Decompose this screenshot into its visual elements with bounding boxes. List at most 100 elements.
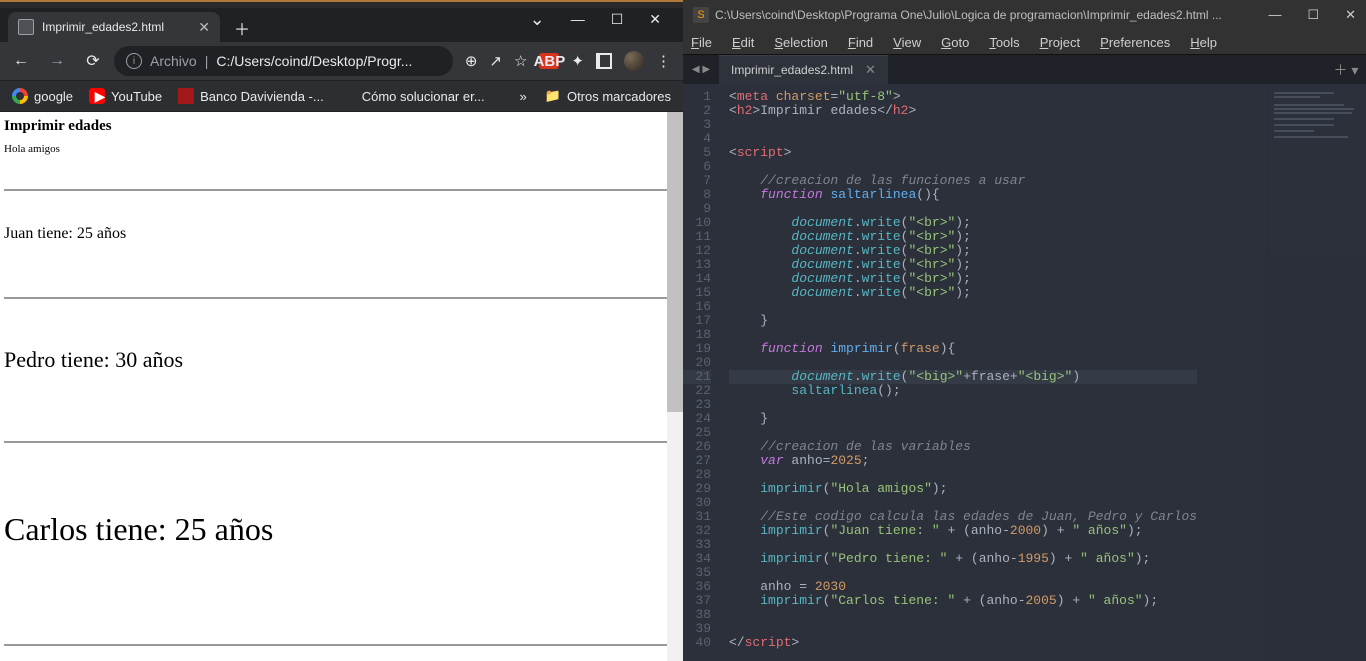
code-line[interactable]: function saltarlinea(){ bbox=[729, 188, 1197, 202]
code-line[interactable]: //Este codigo calcula las edades de Juan… bbox=[729, 510, 1197, 524]
gutter-line[interactable]: 19 bbox=[683, 342, 711, 356]
sidepanel-icon[interactable] bbox=[596, 53, 612, 69]
page-viewport[interactable]: Imprimir edades Hola amigos Juan tiene: … bbox=[0, 112, 683, 661]
tab-close-icon[interactable]: ✕ bbox=[865, 62, 876, 78]
code-line[interactable]: //creacion de las funciones a usar bbox=[729, 174, 1197, 188]
newtab-button[interactable]: ＋ bbox=[228, 14, 256, 42]
maximize-icon[interactable]: ☐ bbox=[611, 11, 624, 28]
menu-item-help[interactable]: Help bbox=[1190, 35, 1217, 50]
gutter-line[interactable]: 23 bbox=[683, 398, 711, 412]
code-editor[interactable]: 1234567891011121314151617181920212223242… bbox=[683, 84, 1366, 661]
info-icon[interactable]: i bbox=[126, 53, 142, 69]
menu-item-find[interactable]: Find bbox=[848, 35, 873, 50]
gutter-line[interactable]: 28 bbox=[683, 468, 711, 482]
code-line[interactable]: document.write("<br>"); bbox=[729, 244, 1197, 258]
code-line[interactable]: //creacion de las variables bbox=[729, 440, 1197, 454]
gutter-line[interactable]: 21 bbox=[683, 370, 711, 384]
gutter-line[interactable]: 11 bbox=[683, 230, 711, 244]
kebab-menu-icon[interactable]: ⋮ bbox=[656, 54, 671, 69]
extensions-icon[interactable]: ✦ bbox=[571, 52, 584, 70]
code-line[interactable]: } bbox=[729, 314, 1197, 328]
code-line[interactable] bbox=[729, 300, 1197, 314]
other-bookmarks-folder[interactable]: 📁 Otros marcadores bbox=[541, 88, 675, 104]
gutter-line[interactable]: 9 bbox=[683, 202, 711, 216]
profile-avatar-icon[interactable] bbox=[624, 51, 644, 71]
gutter-line[interactable]: 17 bbox=[683, 314, 711, 328]
gutter-line[interactable]: 24 bbox=[683, 412, 711, 426]
close-icon[interactable]: ✕ bbox=[649, 11, 661, 28]
gutter-line[interactable]: 34 bbox=[683, 552, 711, 566]
file-tab[interactable]: Imprimir_edades2.html ✕ bbox=[719, 55, 888, 84]
tab-close-icon[interactable]: ✕ bbox=[198, 19, 210, 36]
gutter-line[interactable]: 18 bbox=[683, 328, 711, 342]
code-line[interactable] bbox=[729, 608, 1197, 622]
gutter-line[interactable]: 8 bbox=[683, 188, 711, 202]
scrollbar-track[interactable] bbox=[667, 112, 683, 661]
code-line[interactable]: <h2>Imprimir edades</h2> bbox=[729, 104, 1197, 118]
gutter-line[interactable]: 3 bbox=[683, 118, 711, 132]
gutter-line[interactable]: 1 bbox=[683, 90, 711, 104]
gutter-line[interactable]: 6 bbox=[683, 160, 711, 174]
code-line[interactable] bbox=[729, 328, 1197, 342]
gutter-line[interactable]: 29 bbox=[683, 482, 711, 496]
nav-back-button[interactable]: ← bbox=[6, 46, 36, 76]
gutter-line[interactable]: 25 bbox=[683, 426, 711, 440]
gutter-line[interactable]: 4 bbox=[683, 132, 711, 146]
gutter-line[interactable]: 16 bbox=[683, 300, 711, 314]
code-line[interactable] bbox=[729, 118, 1197, 132]
line-gutter[interactable]: 1234567891011121314151617181920212223242… bbox=[683, 84, 719, 661]
gutter-line[interactable]: 40 bbox=[683, 636, 711, 650]
code-line[interactable]: } bbox=[729, 412, 1197, 426]
sublime-titlebar[interactable]: S C:\Users\coind\Desktop\Programa One\Ju… bbox=[683, 0, 1366, 30]
zoom-icon[interactable]: ⊕ bbox=[465, 52, 478, 70]
code-line[interactable]: imprimir("Pedro tiene: " + (anho-1995) +… bbox=[729, 552, 1197, 566]
code-line[interactable] bbox=[729, 398, 1197, 412]
gutter-line[interactable]: 5 bbox=[683, 146, 711, 160]
minimap[interactable] bbox=[1266, 84, 1366, 661]
gutter-line[interactable]: 27 bbox=[683, 454, 711, 468]
gutter-line[interactable]: 14 bbox=[683, 272, 711, 286]
gutter-line[interactable]: 39 bbox=[683, 622, 711, 636]
gutter-line[interactable]: 20 bbox=[683, 356, 711, 370]
code-line[interactable]: <meta charset="utf-8"> bbox=[729, 90, 1197, 104]
gutter-line[interactable]: 26 bbox=[683, 440, 711, 454]
code-line[interactable] bbox=[729, 566, 1197, 580]
code-line[interactable]: <script> bbox=[729, 146, 1197, 160]
code-line[interactable]: anho = 2030 bbox=[729, 580, 1197, 594]
gutter-line[interactable]: 32 bbox=[683, 524, 711, 538]
menu-item-goto[interactable]: Goto bbox=[941, 35, 969, 50]
browser-tab[interactable]: Imprimir_edades2.html ✕ bbox=[8, 12, 220, 42]
gutter-line[interactable]: 2 bbox=[683, 104, 711, 118]
code-line[interactable]: document.write("<br>"); bbox=[729, 272, 1197, 286]
code-line[interactable]: imprimir("Juan tiene: " + (anho-2000) + … bbox=[729, 524, 1197, 538]
nav-reload-button[interactable]: ⟳ bbox=[78, 46, 108, 76]
address-bar[interactable]: i Archivo | C:/Users/coind/Desktop/Progr… bbox=[114, 46, 453, 76]
gutter-line[interactable]: 22 bbox=[683, 384, 711, 398]
minimize-icon[interactable]: — bbox=[571, 11, 585, 27]
code-line[interactable] bbox=[729, 160, 1197, 174]
minimize-icon[interactable]: — bbox=[1268, 7, 1281, 23]
scrollbar-thumb[interactable] bbox=[667, 112, 683, 412]
code-line[interactable]: imprimir("Hola amigos"); bbox=[729, 482, 1197, 496]
code-line[interactable]: document.write("<br>"); bbox=[729, 216, 1197, 230]
bookmark-youtube[interactable]: YouTube bbox=[85, 88, 166, 104]
gutter-line[interactable]: 12 bbox=[683, 244, 711, 258]
chevron-down-icon[interactable] bbox=[530, 9, 545, 30]
code-line[interactable]: imprimir("Carlos tiene: " + (anho-2005) … bbox=[729, 594, 1197, 608]
code-line[interactable] bbox=[729, 356, 1197, 370]
code-line[interactable] bbox=[729, 496, 1197, 510]
menu-item-selection[interactable]: Selection bbox=[774, 35, 827, 50]
share-icon[interactable]: ↗ bbox=[489, 52, 502, 70]
tab-history-nav[interactable]: ◀ ▶ bbox=[683, 55, 719, 84]
menu-item-project[interactable]: Project bbox=[1040, 35, 1080, 50]
code-line[interactable] bbox=[729, 132, 1197, 146]
menu-item-edit[interactable]: Edit bbox=[732, 35, 754, 50]
code-line[interactable]: function imprimir(frase){ bbox=[729, 342, 1197, 356]
bookmark-davivienda[interactable]: Banco Davivienda -... bbox=[174, 88, 328, 104]
tab-add-dropdown[interactable]: ＋ ▾ bbox=[1326, 55, 1366, 84]
code-line[interactable] bbox=[729, 426, 1197, 440]
code-line[interactable]: document.write("<big>"+frase+"<big>") bbox=[729, 370, 1197, 384]
close-icon[interactable]: ✕ bbox=[1345, 7, 1356, 23]
gutter-line[interactable]: 36 bbox=[683, 580, 711, 594]
gutter-line[interactable]: 35 bbox=[683, 566, 711, 580]
